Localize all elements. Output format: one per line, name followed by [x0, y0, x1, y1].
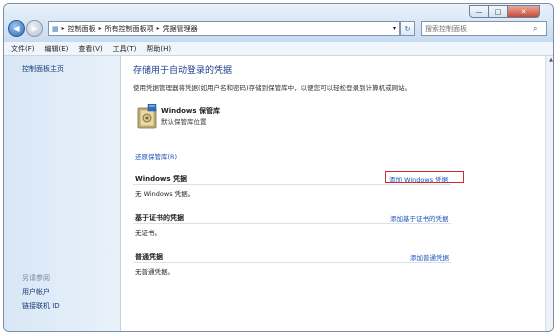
- sidebar-home-link[interactable]: 控制面板主页: [22, 64, 64, 74]
- vault-icon: [137, 104, 157, 129]
- certificate-credentials-empty: 无证书。: [135, 229, 161, 237]
- windows-credentials-heading: Windows 凭据: [135, 175, 187, 183]
- main-content: 存储用于自动登录的凭据 使用凭据管理器将凭据(如用户名和密码)存储到保管库中，以…: [121, 56, 545, 331]
- close-button[interactable]: ✕: [508, 5, 540, 18]
- vertical-scrollbar[interactable]: ▲: [545, 56, 553, 331]
- menu-file[interactable]: 文件(F): [11, 44, 35, 54]
- vault-title: Windows 保管库: [161, 107, 220, 115]
- chevron-right-icon: ▸: [61, 25, 65, 32]
- highlight-box: [385, 171, 464, 183]
- sidebar-link-user-accounts[interactable]: 用户帐户: [22, 287, 50, 297]
- restore-vault-link[interactable]: 还原保管库(R): [135, 151, 177, 161]
- address-bar[interactable]: ▦ ▸ 控制面板 ▸ 所有控制面板项 ▸ 凭据管理器 ▾: [48, 21, 400, 36]
- scroll-up-icon[interactable]: ▲: [546, 56, 553, 64]
- forward-arrow-icon[interactable]: ▶: [26, 20, 43, 37]
- divider: [133, 223, 451, 224]
- breadcrumb-item[interactable]: 凭据管理器: [163, 24, 198, 34]
- breadcrumb-item[interactable]: 控制面板: [68, 24, 96, 34]
- title-bar: — □ ✕ ◀ ▶ ▦ ▸ 控制面板 ▸ 所有控制面板项 ▸ 凭据管理器 ▾ ↻…: [4, 4, 553, 42]
- chevron-down-icon[interactable]: ▾: [393, 25, 396, 32]
- divider: [133, 184, 451, 185]
- see-also-label: 另请参阅: [22, 274, 50, 282]
- search-box[interactable]: ⌕: [421, 21, 547, 36]
- sidebar-link-online-id[interactable]: 链接联机 ID: [22, 301, 60, 311]
- divider: [133, 262, 451, 263]
- minimize-button[interactable]: —: [469, 5, 489, 18]
- add-certificate-credential-link[interactable]: 添加基于证书的凭据: [390, 213, 449, 223]
- menu-edit[interactable]: 编辑(E): [45, 44, 69, 54]
- explorer-window: — □ ✕ ◀ ▶ ▦ ▸ 控制面板 ▸ 所有控制面板项 ▸ 凭据管理器 ▾ ↻…: [3, 3, 554, 332]
- add-generic-credential-link[interactable]: 添加普通凭据: [410, 252, 449, 262]
- search-input[interactable]: [422, 24, 533, 33]
- chevron-right-icon: ▸: [156, 25, 160, 32]
- caption-buttons: — □ ✕: [469, 5, 540, 18]
- menu-tools[interactable]: 工具(T): [113, 44, 137, 54]
- menu-bar: 文件(F) 编辑(E) 查看(V) 工具(T) 帮助(H): [4, 42, 553, 56]
- breadcrumb-item[interactable]: 所有控制面板项: [105, 24, 154, 34]
- page-title: 存储用于自动登录的凭据: [133, 66, 233, 76]
- control-panel-icon: ▦: [52, 24, 59, 33]
- generic-credentials-heading: 普通凭据: [135, 253, 163, 261]
- menu-view[interactable]: 查看(V): [78, 44, 102, 54]
- vault-subtitle: 默认保管库位置: [161, 118, 207, 126]
- page-description: 使用凭据管理器将凭据(如用户名和密码)存储到保管库中，以便您可以轻松登录到计算机…: [133, 84, 412, 92]
- windows-credentials-empty: 无 Windows 凭据。: [135, 190, 195, 198]
- chevron-right-icon: ▸: [98, 25, 102, 32]
- back-arrow-icon[interactable]: ◀: [8, 20, 25, 37]
- menu-help[interactable]: 帮助(H): [146, 44, 171, 54]
- generic-credentials-empty: 无普通凭据。: [135, 268, 174, 276]
- certificate-credentials-heading: 基于证书的凭据: [135, 214, 184, 222]
- maximize-button[interactable]: □: [489, 5, 508, 18]
- sidebar: 控制面板主页 另请参阅 用户帐户 链接联机 ID: [4, 56, 121, 331]
- search-icon[interactable]: ⌕: [533, 24, 537, 34]
- refresh-icon[interactable]: ↻: [400, 21, 415, 36]
